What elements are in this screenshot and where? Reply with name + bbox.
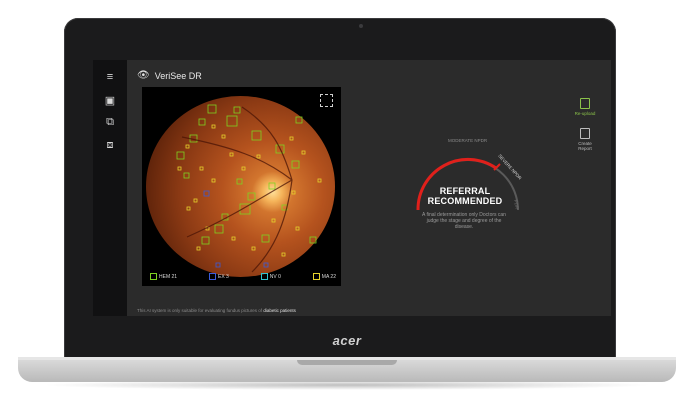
hemorrhage-marker — [207, 104, 217, 114]
hemorrhage-marker — [261, 234, 270, 243]
compare-icon[interactable]: ⧉ — [102, 115, 118, 129]
hemorrhage-marker — [236, 178, 243, 185]
disclaimer-highlight: diabetic patients — [263, 308, 296, 313]
legend-item: NV 0 — [260, 273, 281, 280]
menu-icon[interactable]: ≡ — [102, 70, 118, 84]
retinal-vessel — [186, 179, 293, 238]
retinal-vessel — [241, 106, 293, 181]
history-icon[interactable]: ⧈ — [102, 138, 118, 152]
hemorrhage-marker — [268, 182, 276, 190]
fundus-image-panel[interactable]: HEM 21 EX 3 NV 0 MA 22 — [142, 87, 341, 286]
legend-item: EX 3 — [208, 273, 229, 280]
legend-item: MA 22 — [312, 273, 336, 280]
microaneurysm-marker — [177, 166, 182, 171]
hemorrhage-marker — [198, 118, 206, 126]
microaneurysm-marker — [291, 190, 296, 195]
microaneurysm-marker — [185, 144, 190, 149]
hemorrhage-marker — [251, 130, 262, 141]
gauge-label-moderate: MODERATE NPDR — [448, 138, 488, 143]
microaneurysm-marker — [271, 218, 276, 223]
hemorrhage-marker — [309, 236, 317, 244]
microaneurysm-marker — [295, 226, 300, 231]
reupload-label: Re-upload — [574, 111, 596, 116]
microaneurysm-marker — [241, 166, 246, 171]
legend-swatch — [260, 273, 268, 280]
create-report-label: Create Report — [578, 141, 592, 151]
upload-icon — [580, 98, 590, 109]
hemorrhage-marker — [201, 236, 210, 245]
app-header: 👁 VeriSee DR — [137, 70, 202, 81]
retinal-vessel — [181, 136, 293, 181]
microaneurysm-marker — [256, 154, 261, 159]
app-title: VeriSee DR — [154, 70, 202, 81]
app-window: ≡ ▣ ⧉ ⧈ 👁 VeriSee DR HEM 21 EX 3 NV 0 MA… — [93, 60, 611, 316]
acer-logo: acer — [332, 333, 362, 348]
laptop-notch — [297, 360, 397, 365]
microaneurysm-marker — [211, 124, 216, 129]
hemorrhage-marker — [247, 192, 256, 201]
legend-swatch — [208, 273, 216, 280]
legend-swatch — [312, 273, 320, 280]
microaneurysm-marker — [289, 136, 294, 141]
retinal-vessel — [251, 179, 293, 273]
eye-icon: 👁 — [137, 70, 150, 81]
microaneurysm-marker — [229, 152, 234, 157]
status-line-2: RECOMMENDED — [427, 196, 503, 206]
exudate-marker — [263, 262, 269, 268]
microaneurysm-marker — [281, 252, 286, 257]
hemorrhage-marker — [214, 224, 224, 234]
reupload-button[interactable]: Re-upload — [571, 98, 599, 116]
microaneurysm-marker — [251, 246, 256, 251]
hemorrhage-marker — [226, 115, 238, 127]
hemorrhage-marker — [176, 151, 185, 160]
lesion-legend: HEM 21 EX 3 NV 0 MA 22 — [150, 273, 336, 280]
microaneurysm-marker — [317, 178, 322, 183]
microaneurysm-marker — [301, 150, 306, 155]
result-status: REFERRAL RECOMMENDED — [415, 186, 515, 206]
lesion-markers — [176, 104, 322, 273]
hemorrhage-marker — [233, 106, 241, 114]
microaneurysm-marker — [211, 178, 216, 183]
fullscreen-icon[interactable] — [320, 94, 333, 107]
microaneurysm-marker — [193, 198, 198, 203]
disclaimer: This AI system is only suitable for eval… — [137, 308, 296, 313]
gauge-label-severe: SEVERE NPDR — [497, 153, 523, 181]
image-icon[interactable]: ▣ — [102, 93, 118, 107]
hemorrhage-marker — [183, 172, 190, 179]
microaneurysm-marker — [231, 236, 236, 241]
microaneurysm-marker — [196, 246, 201, 251]
microaneurysm-marker — [186, 206, 191, 211]
report-icon — [580, 128, 590, 139]
exudate-marker — [203, 190, 210, 197]
result-note: A final determination only Doctors can j… — [422, 212, 506, 230]
hemorrhage-marker — [295, 116, 303, 124]
nav-rail: ≡ ▣ ⧉ ⧈ — [93, 60, 127, 316]
create-report-button[interactable]: Create Report — [571, 128, 599, 151]
hemorrhage-marker — [291, 160, 300, 169]
microaneurysm-marker — [199, 166, 204, 171]
legend-item: HEM 21 — [150, 273, 177, 280]
legend-swatch — [150, 273, 157, 280]
microaneurysm-marker — [221, 134, 226, 139]
exudate-marker — [215, 262, 221, 268]
webcam-icon — [359, 24, 363, 28]
status-line-1: REFERRAL — [439, 186, 491, 196]
